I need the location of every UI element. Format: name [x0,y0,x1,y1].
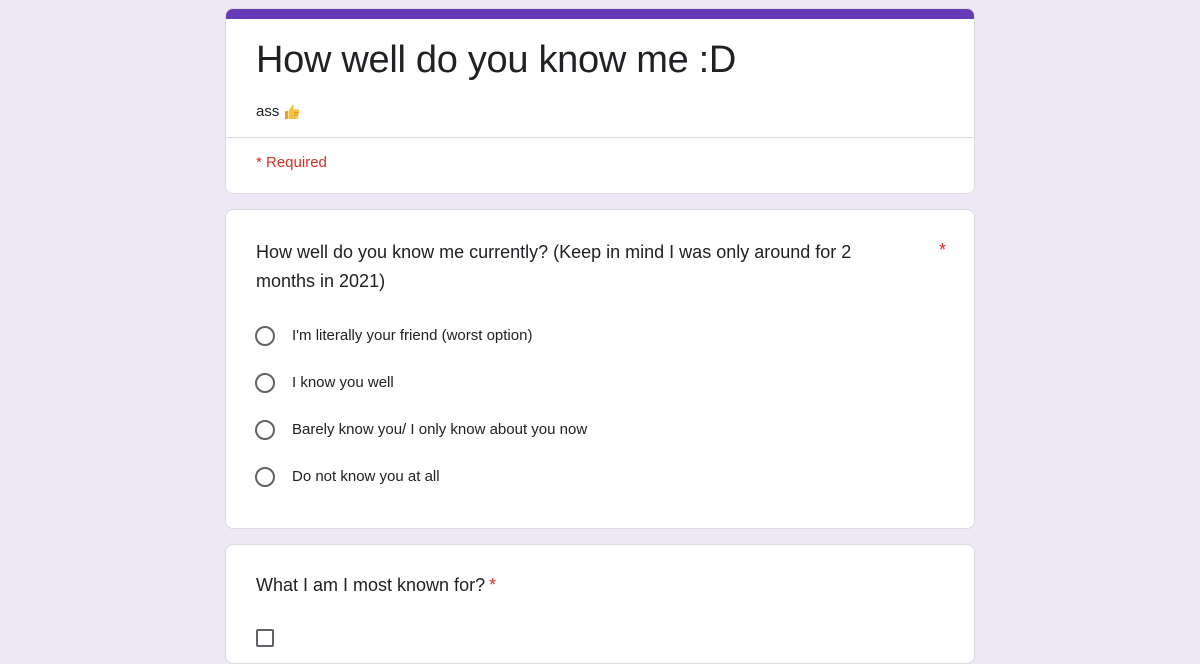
radio-option-barely-know[interactable]: Barely know you/ I only know about you n… [255,418,587,442]
form-description: ass [256,101,301,123]
checkbox[interactable] [256,629,274,647]
question-title: What I am I most known for? * [256,573,496,597]
form-description-text: ass [256,103,280,120]
radio-option-label: Do not know you at all [292,468,440,485]
radio-option-friend[interactable]: I'm literally your friend (worst option) [255,324,587,348]
radio-option-know-well[interactable]: I know you well [255,371,587,395]
question-title: How well do you know me currently? (Keep… [256,242,852,291]
question-card-1: How well do you know me currently? (Keep… [225,209,975,529]
radio-button[interactable] [255,373,275,393]
radio-option-label: I'm literally your friend (worst option) [292,327,533,344]
radio-option-do-not-know[interactable]: Do not know you at all [255,465,587,489]
required-asterisk: * [489,575,497,595]
radio-button[interactable] [255,467,275,487]
radio-option-label: I know you well [292,374,394,391]
theme-accent-band [226,9,974,19]
required-note: * Required [256,154,327,171]
question-card-2: What I am I most known for? * [225,544,975,664]
radio-option-label: Barely know you/ I only know about you n… [292,421,588,438]
radio-button[interactable] [255,326,275,346]
form-header-card: How well do you know me :D ass * Require… [225,8,975,194]
question-title-text: What I am I most known for? [256,575,486,595]
required-asterisk: * [938,240,946,260]
radio-group: I'm literally your friend (worst option)… [255,324,587,512]
radio-button[interactable] [255,420,275,440]
thumbs-up-icon [283,103,301,121]
form-column: How well do you know me :D ass * Require… [225,8,975,664]
form-title: How well do you know me :D [256,39,737,81]
header-divider [226,137,974,138]
